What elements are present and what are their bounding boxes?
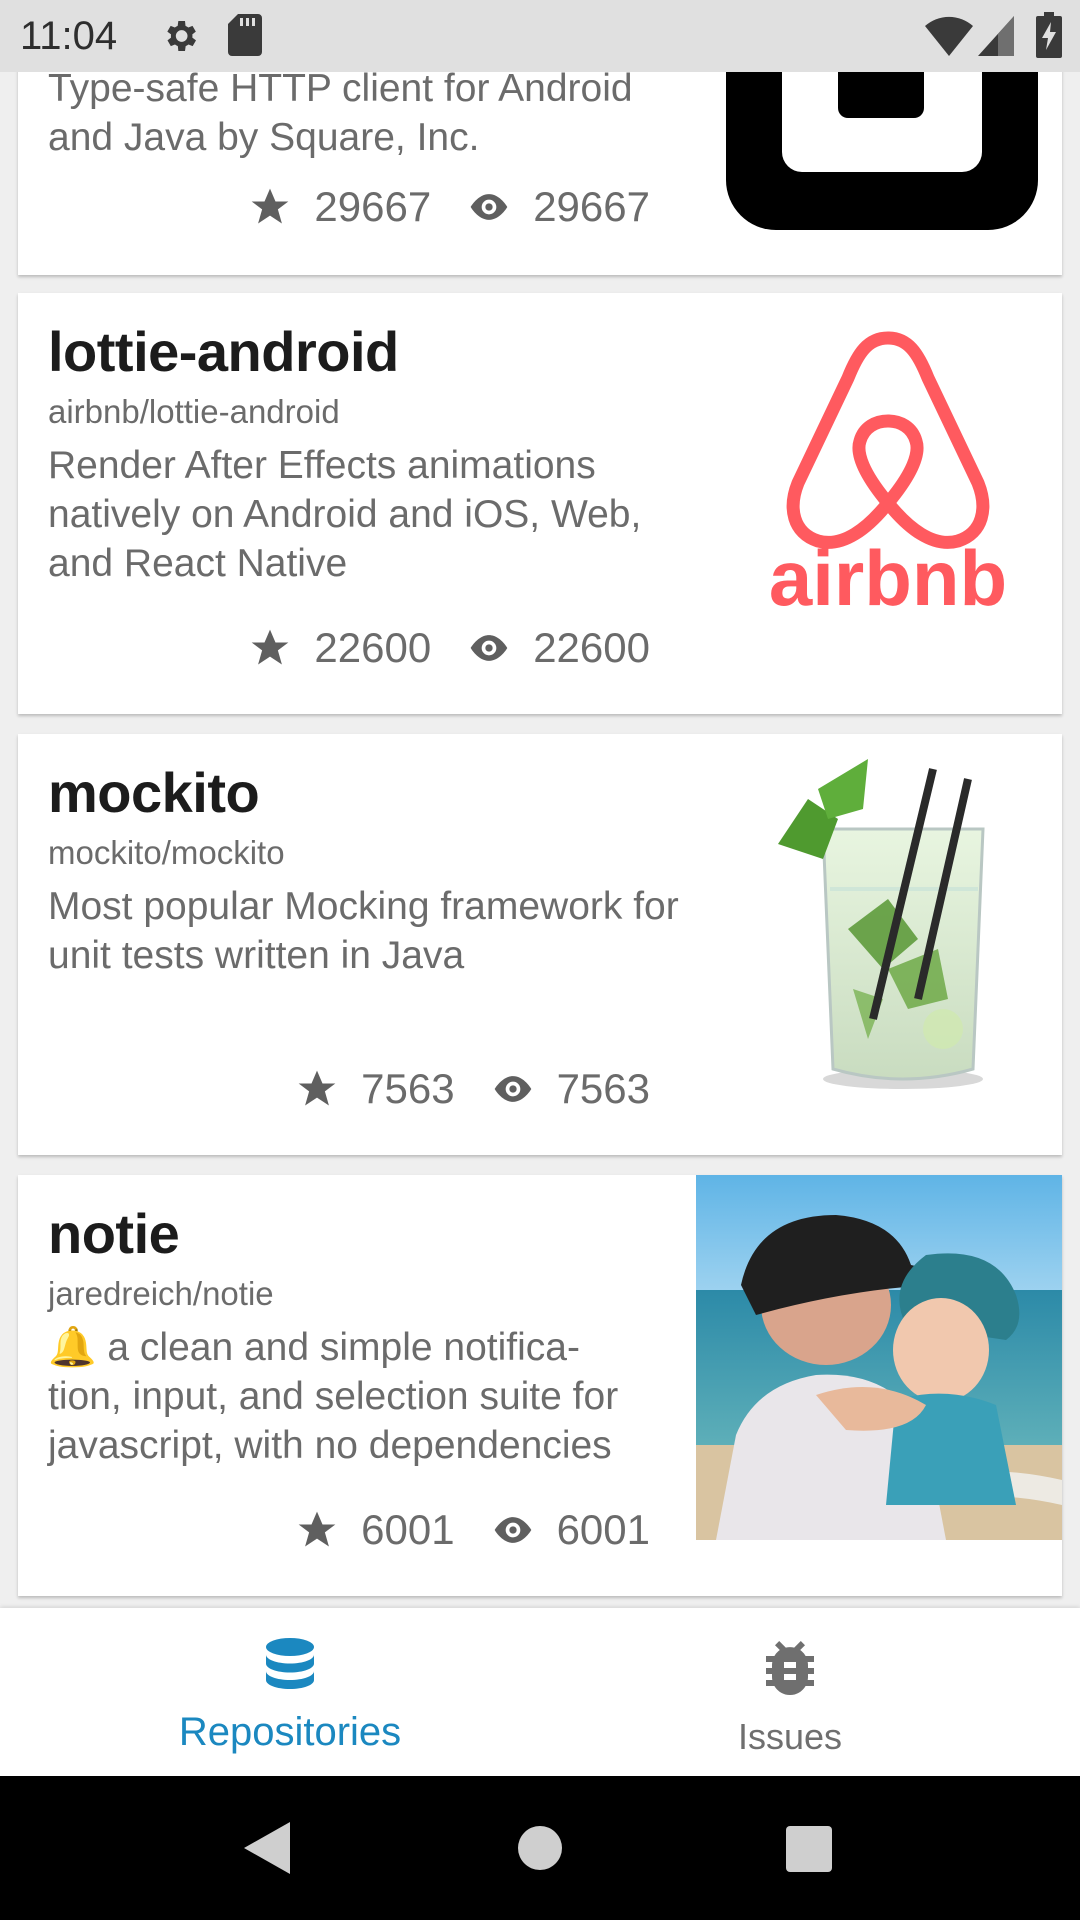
star-icon <box>298 1511 336 1547</box>
sd-card-icon <box>228 14 262 56</box>
repo-description: Render After Effects animations natively… <box>48 444 642 585</box>
watcher-count: 29667 <box>533 183 650 230</box>
repository-card[interactable]: Type-safe HTTP client for Android and Ja… <box>18 72 1062 275</box>
tab-repositories-label: Repositories <box>178 1710 402 1754</box>
tab-repositories[interactable]: Repositories <box>20 1608 560 1776</box>
signal-icon <box>978 16 1014 56</box>
star-count: 29667 <box>314 183 432 230</box>
battery-icon <box>1036 12 1062 58</box>
system-navigation-bar <box>0 1776 1080 1920</box>
back-icon[interactable] <box>244 1822 290 1874</box>
repo-stats: 22600 22600 <box>248 623 650 673</box>
status-time: 11:04 <box>20 14 118 58</box>
star-icon <box>298 1070 336 1106</box>
watcher-count: 22600 <box>533 624 650 671</box>
eye-icon <box>494 1076 531 1102</box>
beach-photo <box>696 1175 1062 1540</box>
eye-icon <box>470 194 508 220</box>
repository-list[interactable]: Type-safe HTTP client for Android and Ja… <box>0 72 1080 1608</box>
eye-icon <box>470 635 508 661</box>
repo-description-line: 🔔 a clean and simple notifica- <box>48 1326 580 1369</box>
tab-issues-label: Issues <box>737 1716 843 1757</box>
square-logo <box>726 72 1038 230</box>
repo-title: mockito <box>48 761 260 824</box>
repo-stats: 29667 29667 <box>248 182 650 232</box>
star-icon <box>252 629 289 665</box>
repo-title: lottie-android <box>48 320 399 383</box>
tab-issues[interactable]: Issues <box>520 1608 1060 1776</box>
star-count: 7563 <box>361 1065 455 1112</box>
repo-description-line: tion, input, and selection suite for <box>48 1375 619 1418</box>
airbnb-logo: airbnb <box>769 331 1007 613</box>
wifi-icon <box>925 16 973 56</box>
mojito-glass-image <box>778 759 985 1089</box>
repository-card[interactable]: mockito mockito/mockito Most popular Moc… <box>18 734 1062 1155</box>
star-icon <box>252 188 289 224</box>
repo-description-line: javascript, with no dependencies <box>48 1424 612 1467</box>
bug-icon <box>766 1641 814 1696</box>
repo-path: airbnb/lottie-android <box>48 393 340 430</box>
airbnb-logo-text: airbnb <box>769 534 1007 613</box>
status-bar: 11:04 <box>0 0 1080 72</box>
repository-card[interactable]: notie jaredreich/notie 🔔 a clean and sim… <box>18 1175 1062 1596</box>
watcher-count: 7563 <box>556 1065 650 1112</box>
repo-description: Type-safe HTTP client for Android and Ja… <box>48 72 633 159</box>
home-icon[interactable] <box>518 1826 562 1870</box>
repo-description: 🔔 a clean and simple notifica- tion, inp… <box>48 1323 688 1470</box>
star-count: 6001 <box>361 1506 455 1553</box>
repo-path: mockito/mockito <box>48 834 285 871</box>
database-icon <box>266 1638 314 1689</box>
repo-stats: 7563 7563 <box>295 1064 650 1114</box>
recents-icon[interactable] <box>786 1826 832 1872</box>
bottom-navigation: Repositories Issues <box>0 1608 1080 1776</box>
repo-description: Most popular Mocking framework for unit … <box>48 885 679 977</box>
eye-icon <box>494 1517 531 1543</box>
watcher-count: 6001 <box>556 1506 650 1553</box>
repo-stats: 6001 6001 <box>295 1505 650 1555</box>
repo-path: jaredreich/notie <box>48 1275 274 1312</box>
repo-title: notie <box>48 1202 180 1265</box>
gear-icon <box>167 21 196 51</box>
star-count: 22600 <box>314 624 432 671</box>
repository-card[interactable]: lottie-android airbnb/lottie-android Ren… <box>18 293 1062 714</box>
